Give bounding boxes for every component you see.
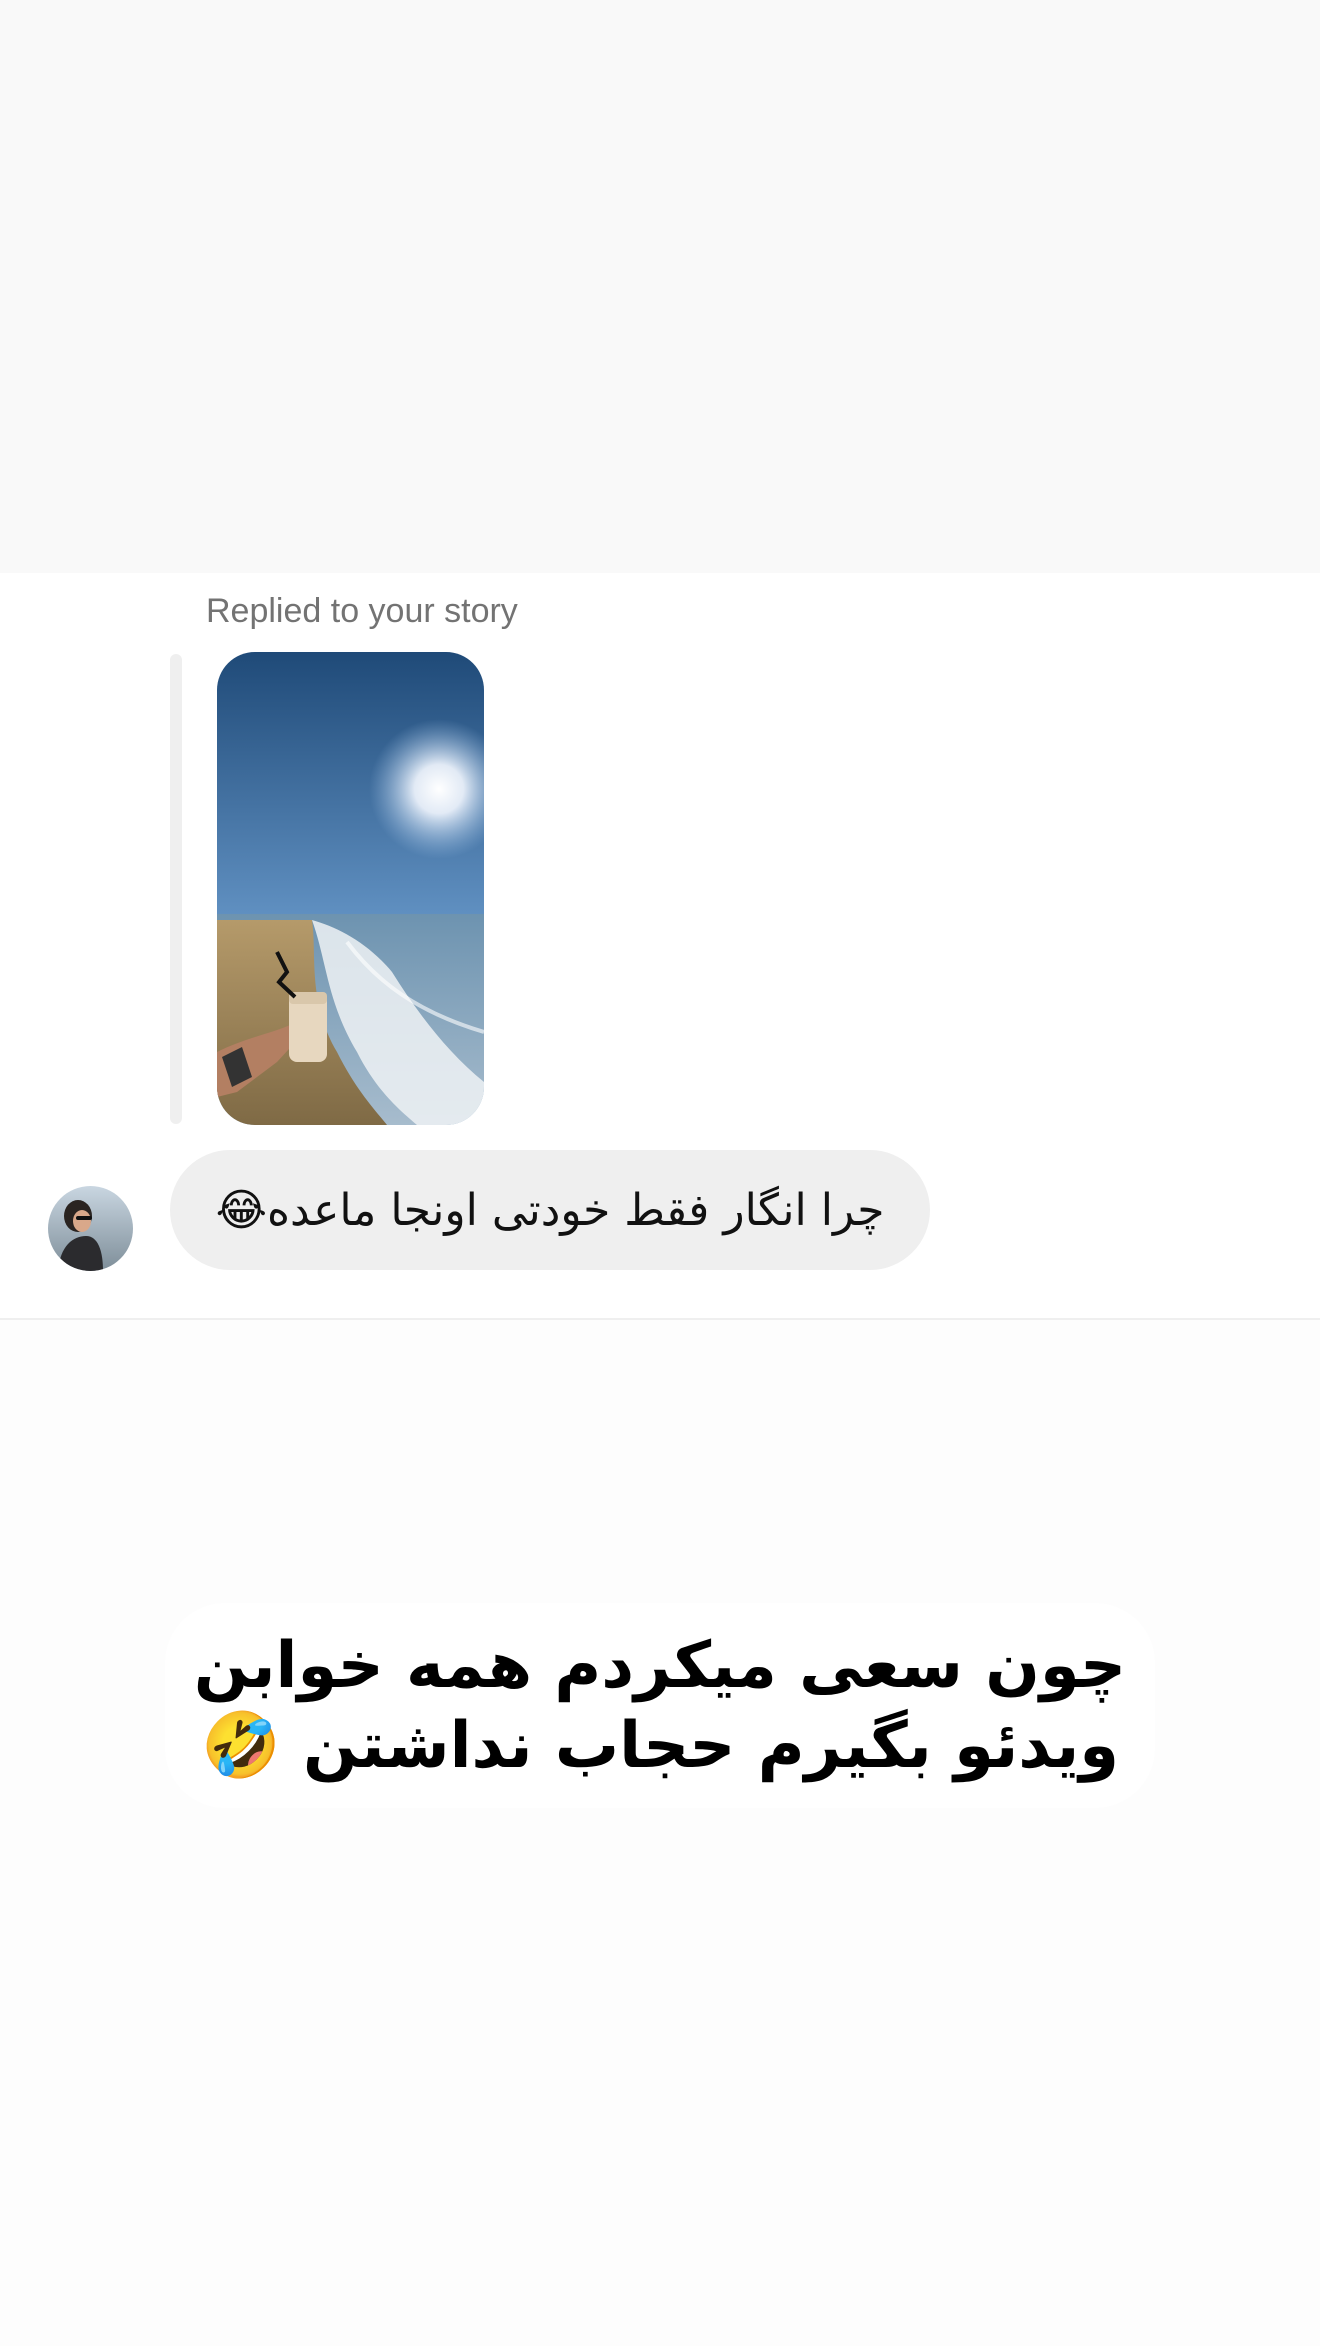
- story-thumbnail[interactable]: [217, 652, 484, 1125]
- reply-quote-bar: [170, 654, 182, 1124]
- story-caption: چون سعی میکردم همه خوابن ویدئو بگیرم حجا…: [165, 1603, 1155, 1808]
- message-bubble[interactable]: چرا انگار فقط خودتی اونجا ماعده😂: [170, 1150, 930, 1270]
- beach-story-image: [217, 652, 484, 1125]
- top-blank-area: [0, 0, 1320, 573]
- message-text: چرا انگار فقط خودتی اونجا ماعده😂: [215, 1184, 885, 1236]
- caption-line-2: ویدئو بگیرم حجاب نداشتن 🤣: [200, 1708, 1120, 1783]
- user-avatar-image: [48, 1186, 133, 1271]
- replied-to-story-label: Replied to your story: [206, 592, 518, 630]
- caption-text: چون سعی میکردم همه خوابن ویدئو بگیرم حجا…: [194, 1626, 1126, 1786]
- caption-line-1: چون سعی میکردم همه خوابن: [193, 1628, 1127, 1703]
- sender-avatar[interactable]: [48, 1186, 133, 1271]
